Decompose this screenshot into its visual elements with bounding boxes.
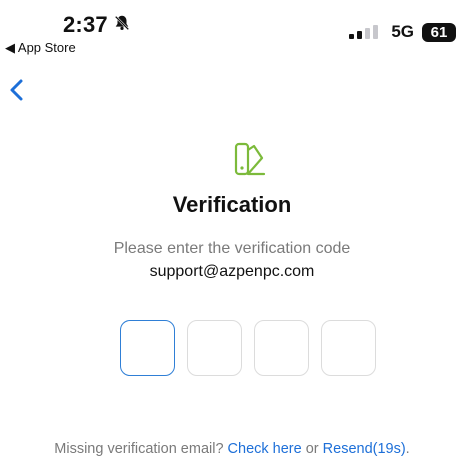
status-indicators: 5G 61 xyxy=(349,22,456,42)
back-to-app-store-link[interactable]: ◀ App Store xyxy=(5,40,76,56)
code-digit-4[interactable] xyxy=(321,320,376,376)
code-digit-2[interactable] xyxy=(187,320,242,376)
email-address: support@azpenpc.com xyxy=(149,263,315,280)
battery-level: 61 xyxy=(430,23,448,41)
resend-link[interactable]: Resend(19s) xyxy=(323,441,406,457)
bell-muted-icon xyxy=(114,15,130,31)
missing-email-footer: Missing verification email? Check here o… xyxy=(0,441,464,457)
code-digit-1[interactable] xyxy=(120,320,175,376)
instruction-text: Please enter the verification code xyxy=(113,240,351,257)
status-time: 2:37 xyxy=(63,12,108,37)
battery-icon: 61 xyxy=(422,22,456,42)
or-text: or xyxy=(301,441,323,457)
page-title: Verification xyxy=(172,192,292,217)
signal-icon xyxy=(349,25,383,39)
back-chevron-icon[interactable] xyxy=(6,78,28,102)
footer-period: . xyxy=(405,441,410,457)
code-digit-3[interactable] xyxy=(254,320,309,376)
check-here-link[interactable]: Check here xyxy=(228,441,302,457)
missing-email-text: Missing verification email? xyxy=(54,441,228,457)
verification-code-inputs xyxy=(120,320,376,376)
network-type: 5G xyxy=(391,22,414,41)
swatch-logo-icon xyxy=(234,142,266,176)
